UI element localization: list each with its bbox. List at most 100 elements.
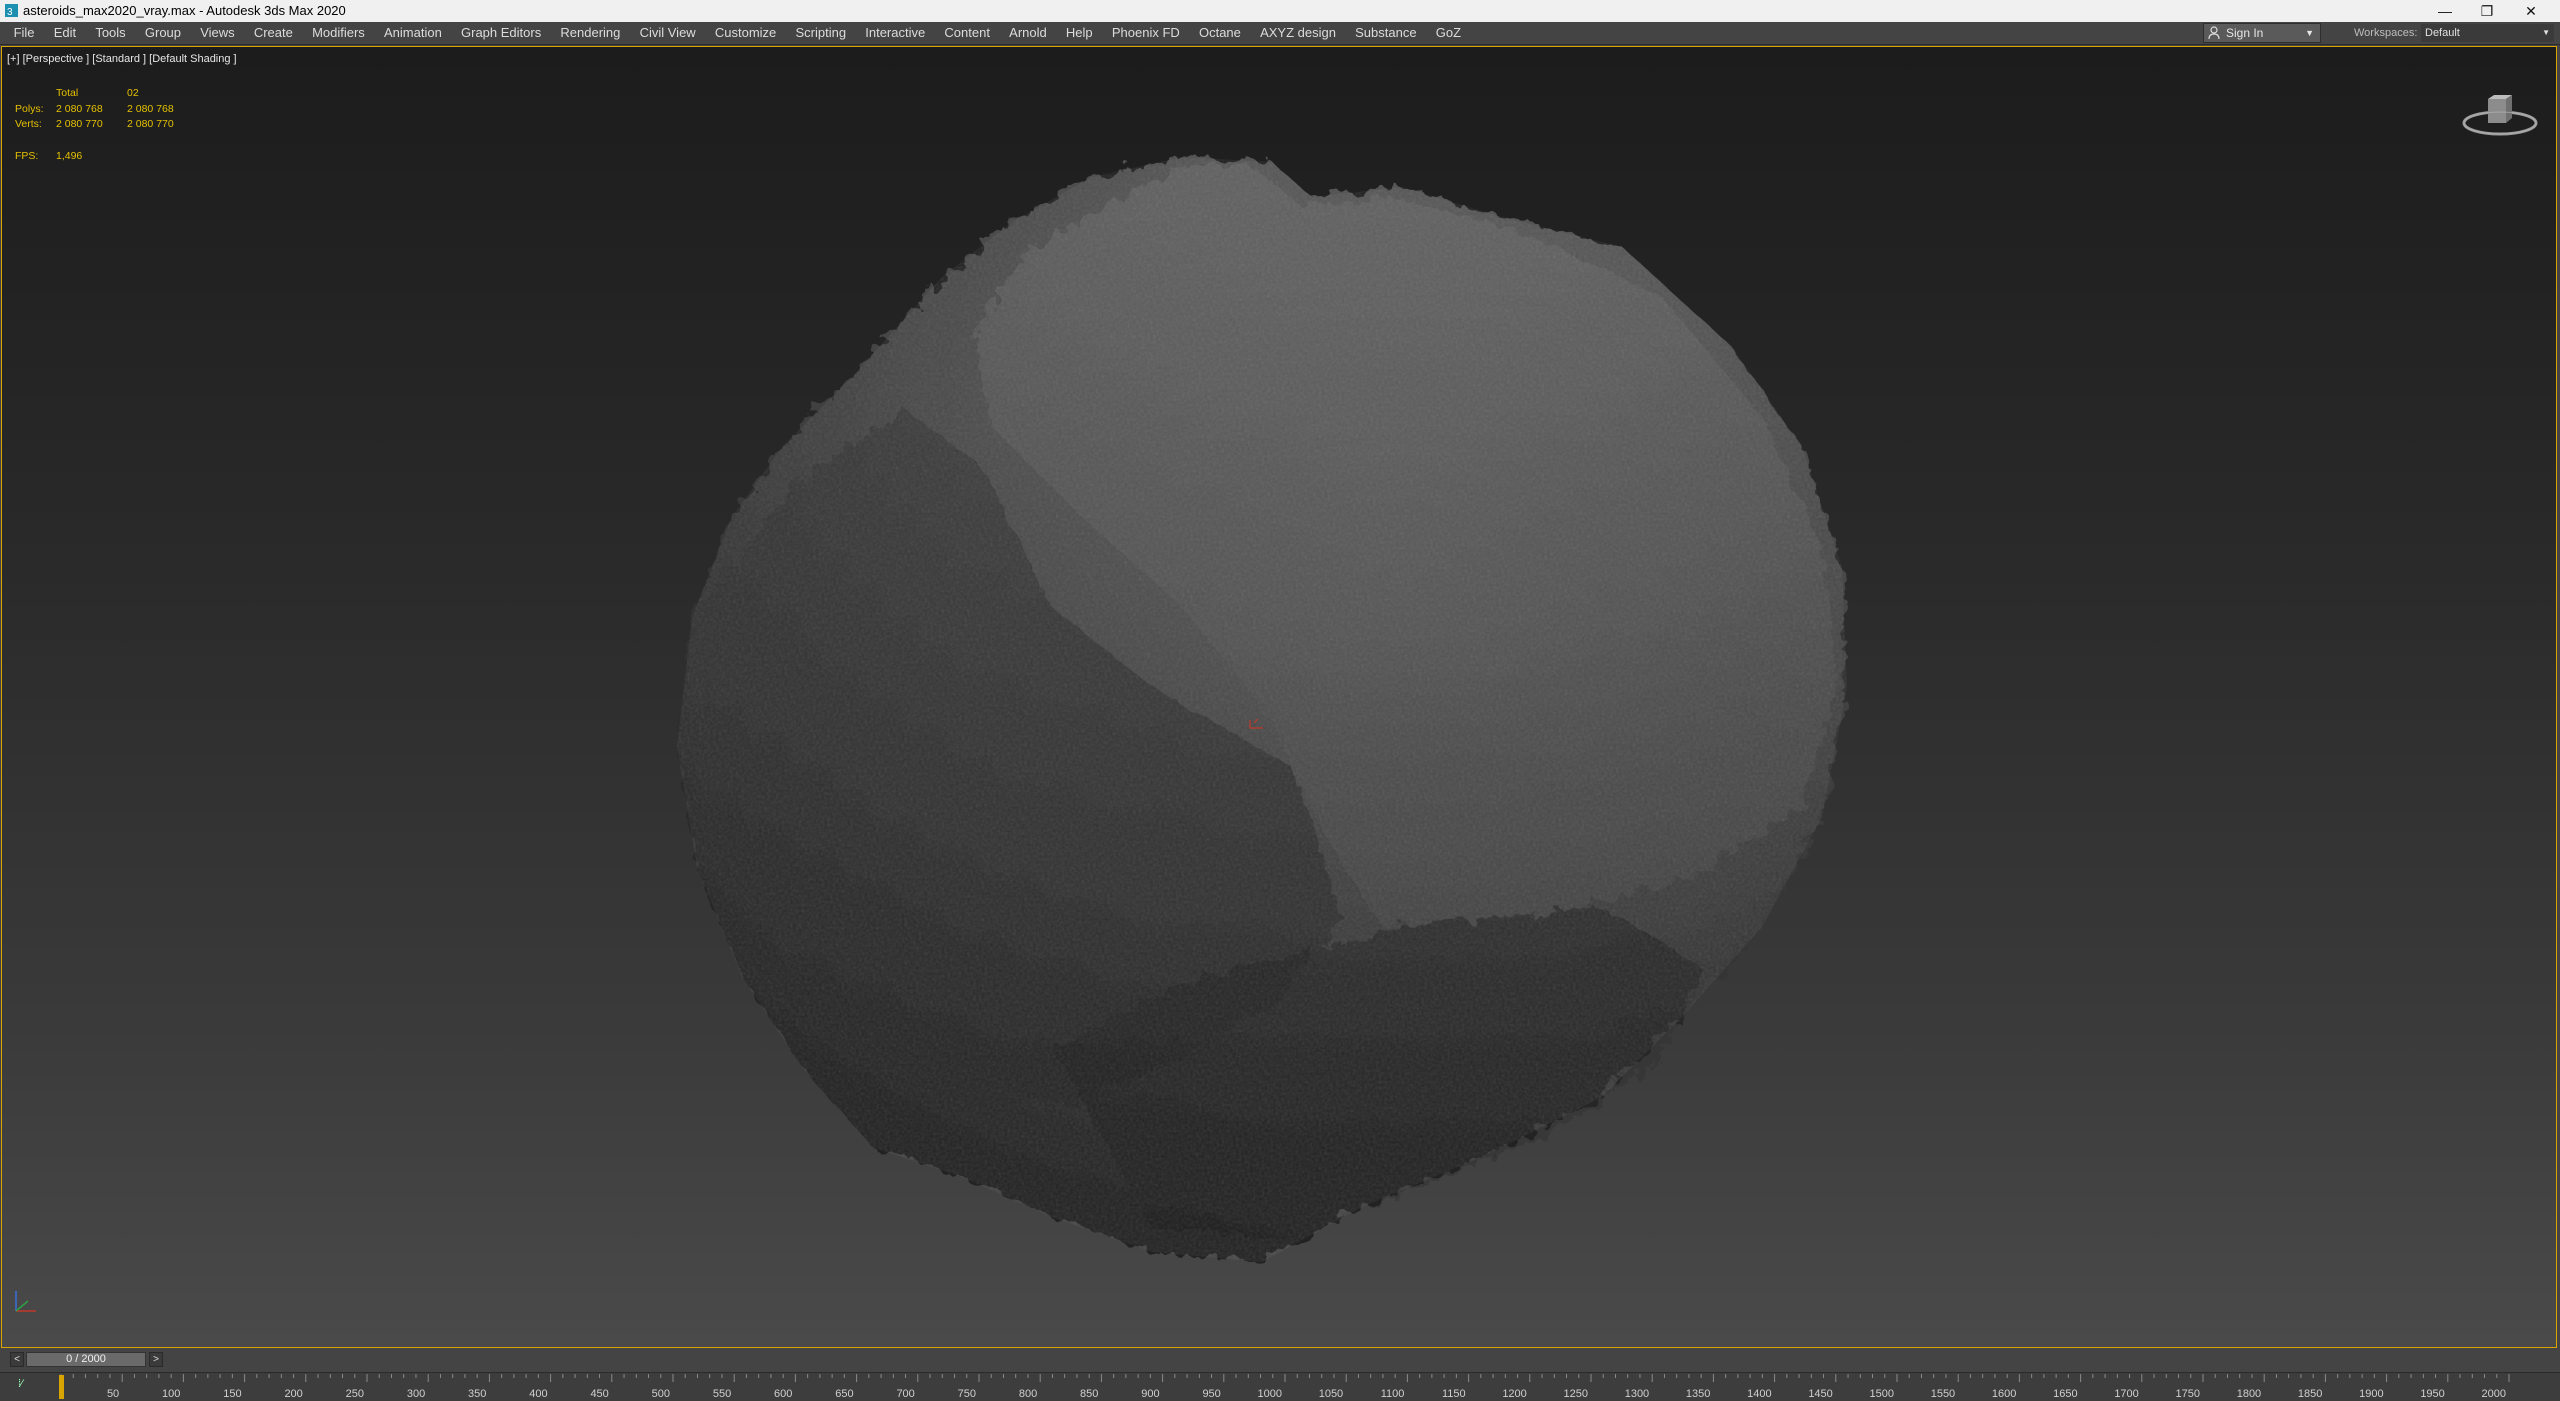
stats-total-header: Total xyxy=(56,87,79,99)
menu-views[interactable]: Views xyxy=(191,22,245,44)
workspaces-select[interactable]: Default ▼ xyxy=(2421,24,2554,42)
stats-verts-label: Verts: xyxy=(15,118,42,130)
title-bar: 3 asteroids_max2020_vray.max - Autodesk … xyxy=(0,0,2560,22)
menu-edit[interactable]: Edit xyxy=(44,22,86,44)
track-label: 600 xyxy=(774,1388,792,1400)
time-prev-button[interactable]: < xyxy=(10,1352,24,1367)
workspaces-value: Default xyxy=(2425,27,2460,39)
track-label: 800 xyxy=(1019,1388,1037,1400)
app-logo-icon: 3 xyxy=(5,4,18,17)
track-label: 350 xyxy=(468,1388,486,1400)
track-label: 1200 xyxy=(1502,1388,1526,1400)
track-label: 450 xyxy=(590,1388,608,1400)
track-label: 1700 xyxy=(2114,1388,2138,1400)
svg-text:3: 3 xyxy=(7,7,13,17)
track-label: 1400 xyxy=(1747,1388,1771,1400)
time-slider: < 0 / 2000 > xyxy=(0,1349,2560,1371)
track-label: 1100 xyxy=(1381,1388,1405,1400)
stats-polys-total: 2 080 768 xyxy=(56,103,103,115)
menu-group[interactable]: Group xyxy=(135,22,190,44)
track-label: 1950 xyxy=(2420,1388,2444,1400)
track-label: 150 xyxy=(223,1388,241,1400)
menu-create[interactable]: Create xyxy=(244,22,302,44)
user-icon xyxy=(2208,26,2220,40)
menu-octane[interactable]: Octane xyxy=(1189,22,1250,44)
viewport-label-menu[interactable]: [+] [Perspective ] [Standard ] [Default … xyxy=(7,53,237,65)
track-label: 500 xyxy=(652,1388,670,1400)
menu-help[interactable]: Help xyxy=(1056,22,1102,44)
menu-rendering[interactable]: Rendering xyxy=(551,22,630,44)
track-label: 2000 xyxy=(2482,1388,2506,1400)
track-label: 850 xyxy=(1080,1388,1098,1400)
track-label: 1600 xyxy=(1992,1388,2016,1400)
track-label: 250 xyxy=(346,1388,364,1400)
track-label: 400 xyxy=(529,1388,547,1400)
perspective-viewport[interactable]: [+] [Perspective ] [Standard ] [Default … xyxy=(1,46,2557,1348)
track-label: 1000 xyxy=(1258,1388,1282,1400)
track-label: 550 xyxy=(713,1388,731,1400)
track-bar[interactable]: 50 100 150 200 250 300 350 400 450 500 550 600 650 70… xyxy=(0,1372,2560,1401)
stats-polys-object: 2 080 768 xyxy=(127,103,174,115)
track-label: 1850 xyxy=(2298,1388,2322,1400)
time-slider-thumb[interactable]: 0 / 2000 xyxy=(26,1352,146,1367)
track-label: 750 xyxy=(958,1388,976,1400)
menu-file[interactable]: File xyxy=(4,22,44,44)
menu-bar: File Edit Tools Group Views Create Modif… xyxy=(0,22,2560,45)
current-frame-marker[interactable] xyxy=(59,1375,64,1399)
stats-polys-label: Polys: xyxy=(15,103,44,115)
workspaces-label: Workspaces: xyxy=(2354,27,2418,39)
track-label: 950 xyxy=(1202,1388,1220,1400)
close-button[interactable]: ✕ xyxy=(2512,0,2550,22)
chevron-down-icon: ▼ xyxy=(2305,28,2314,38)
track-label: 1050 xyxy=(1319,1388,1343,1400)
menu-substance[interactable]: Substance xyxy=(1346,22,1427,44)
sign-in-dropdown[interactable]: Sign In ▼ xyxy=(2203,23,2321,43)
restore-button[interactable]: ❐ xyxy=(2468,0,2506,22)
sign-in-label: Sign In xyxy=(2226,26,2264,40)
menu-tools[interactable]: Tools xyxy=(86,22,136,44)
time-next-button[interactable]: > xyxy=(149,1352,163,1367)
track-label: 1500 xyxy=(1870,1388,1894,1400)
stats-verts-object: 2 080 770 xyxy=(127,118,174,130)
track-label: 200 xyxy=(284,1388,302,1400)
menu-arnold[interactable]: Arnold xyxy=(1000,22,1057,44)
track-label: 100 xyxy=(162,1388,180,1400)
stats-fps-label: FPS: xyxy=(15,150,39,162)
track-label: 650 xyxy=(835,1388,853,1400)
track-label: 1550 xyxy=(1931,1388,1955,1400)
track-label: 1450 xyxy=(1808,1388,1832,1400)
track-label: 1900 xyxy=(2359,1388,2383,1400)
track-label: 1300 xyxy=(1625,1388,1649,1400)
track-label: 1350 xyxy=(1686,1388,1710,1400)
menu-customize[interactable]: Customize xyxy=(705,22,786,44)
menu-graph-editors[interactable]: Graph Editors xyxy=(451,22,550,44)
minimize-button[interactable]: — xyxy=(2426,0,2464,22)
menu-scripting[interactable]: Scripting xyxy=(786,22,856,44)
menu-modifiers[interactable]: Modifiers xyxy=(302,22,374,44)
track-label: 1150 xyxy=(1442,1388,1466,1400)
key-filter-icon[interactable]: ⁞∕ xyxy=(18,1378,23,1390)
track-label: 50 xyxy=(107,1388,119,1400)
menu-phoenix-fd[interactable]: Phoenix FD xyxy=(1102,22,1189,44)
menu-civil-view[interactable]: Civil View xyxy=(630,22,705,44)
window-title: asteroids_max2020_vray.max - Autodesk 3d… xyxy=(23,3,346,18)
chevron-down-icon: ▼ xyxy=(2542,28,2550,37)
main-menu: File Edit Tools Group Views Create Modif… xyxy=(4,22,1471,44)
menu-interactive[interactable]: Interactive xyxy=(856,22,935,44)
stats-object-header: 02 xyxy=(127,87,139,99)
viewcube-icon[interactable] xyxy=(2460,83,2540,139)
axis-tripod-icon xyxy=(15,1291,36,1312)
stats-verts-total: 2 080 770 xyxy=(56,118,103,130)
menu-animation[interactable]: Animation xyxy=(374,22,451,44)
track-label: 1750 xyxy=(2176,1388,2200,1400)
track-label: 1800 xyxy=(2237,1388,2261,1400)
stats-fps-value: 1,496 xyxy=(56,150,83,162)
track-label: 900 xyxy=(1141,1388,1159,1400)
track-label: 300 xyxy=(407,1388,425,1400)
track-bar-ruler: 50 100 150 200 250 300 350 400 450 500 550 600 650 70… xyxy=(59,1374,2510,1400)
menu-content[interactable]: Content xyxy=(935,22,1000,44)
track-label: 1650 xyxy=(2053,1388,2077,1400)
menu-axyz-design[interactable]: AXYZ design xyxy=(1250,22,1345,44)
asteroid-mesh xyxy=(677,157,1847,1262)
menu-goz[interactable]: GoZ xyxy=(1426,22,1470,44)
